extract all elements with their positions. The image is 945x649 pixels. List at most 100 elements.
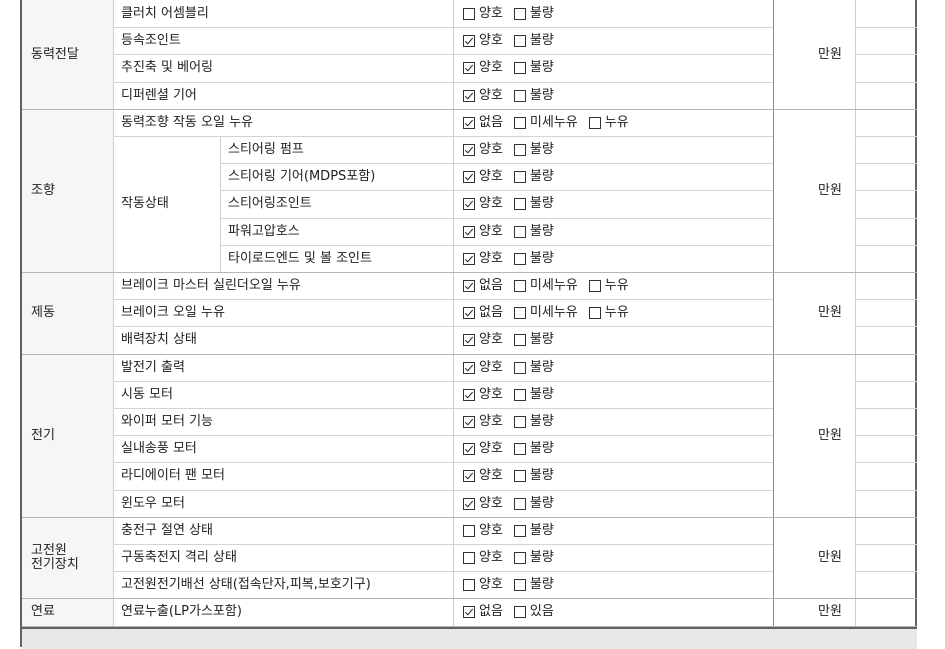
option-불량[interactable]: 불량 <box>513 252 554 266</box>
option-불량[interactable]: 불량 <box>513 143 554 157</box>
option-누유[interactable]: 누유 <box>588 279 629 293</box>
option-양호[interactable]: 양호 <box>463 143 503 157</box>
checkbox[interactable] <box>463 171 475 183</box>
option-없음[interactable]: 없음 <box>463 279 503 293</box>
option-누유[interactable]: 누유 <box>588 306 629 320</box>
option-양호[interactable]: 양호 <box>463 497 503 511</box>
row-divider <box>22 598 917 599</box>
option-불량[interactable]: 불량 <box>513 388 554 402</box>
option-미세누유[interactable]: 미세누유 <box>513 279 578 293</box>
option-불량[interactable]: 불량 <box>513 89 554 103</box>
option-불량[interactable]: 불량 <box>513 578 554 592</box>
option-양호[interactable]: 양호 <box>463 170 503 184</box>
checkbox[interactable] <box>463 443 475 455</box>
option-양호[interactable]: 양호 <box>463 7 503 21</box>
checkbox[interactable] <box>463 198 475 210</box>
checkbox[interactable] <box>513 525 526 537</box>
option-양호[interactable]: 양호 <box>463 197 503 211</box>
option-양호[interactable]: 양호 <box>463 524 503 538</box>
checkbox[interactable] <box>513 307 526 319</box>
option-양호[interactable]: 양호 <box>463 252 503 266</box>
checkbox[interactable] <box>463 307 475 319</box>
checkbox[interactable] <box>463 498 475 510</box>
checkbox[interactable] <box>463 8 475 20</box>
checkbox[interactable] <box>463 35 475 47</box>
option-양호[interactable]: 양호 <box>463 442 503 456</box>
option-양호[interactable]: 양호 <box>463 333 503 347</box>
option-양호[interactable]: 양호 <box>463 469 503 483</box>
option-불량[interactable]: 불량 <box>513 7 554 21</box>
checkbox[interactable] <box>463 90 475 102</box>
checkbox[interactable] <box>513 443 526 455</box>
checkbox[interactable] <box>513 35 526 47</box>
checkbox[interactable] <box>463 334 475 346</box>
option-양호[interactable]: 양호 <box>463 578 503 592</box>
option-없음[interactable]: 없음 <box>463 306 503 320</box>
checkbox[interactable] <box>463 579 475 591</box>
checkbox[interactable] <box>513 90 526 102</box>
checkbox[interactable] <box>513 606 526 618</box>
checkbox[interactable] <box>513 226 526 238</box>
checkbox[interactable] <box>513 253 526 265</box>
option-없음[interactable]: 없음 <box>463 605 503 619</box>
option-불량[interactable]: 불량 <box>513 497 554 511</box>
checkbox[interactable] <box>513 470 526 482</box>
option-누유[interactable]: 누유 <box>588 116 629 130</box>
option-불량[interactable]: 불량 <box>513 415 554 429</box>
option-양호[interactable]: 양호 <box>463 89 503 103</box>
checkbox[interactable] <box>463 117 475 129</box>
checkbox[interactable] <box>463 389 475 401</box>
checkbox[interactable] <box>463 253 475 265</box>
checkbox[interactable] <box>513 334 526 346</box>
option-불량[interactable]: 불량 <box>513 442 554 456</box>
checkbox[interactable] <box>463 62 475 74</box>
checkbox[interactable] <box>513 198 526 210</box>
column-divider <box>220 136 221 272</box>
option-미세누유[interactable]: 미세누유 <box>513 116 578 130</box>
checkbox[interactable] <box>588 117 601 129</box>
option-미세누유[interactable]: 미세누유 <box>513 306 578 320</box>
option-있음[interactable]: 있음 <box>513 605 554 619</box>
checkbox[interactable] <box>513 280 526 292</box>
checkbox[interactable] <box>513 389 526 401</box>
checkbox[interactable] <box>463 606 475 618</box>
checkbox[interactable] <box>588 280 601 292</box>
checkbox[interactable] <box>463 525 475 537</box>
option-양호[interactable]: 양호 <box>463 61 503 75</box>
checkbox[interactable] <box>513 416 526 428</box>
option-양호[interactable]: 양호 <box>463 415 503 429</box>
checkbox[interactable] <box>513 117 526 129</box>
checkbox[interactable] <box>513 552 526 564</box>
option-불량[interactable]: 불량 <box>513 225 554 239</box>
option-불량[interactable]: 불량 <box>513 524 554 538</box>
option-양호[interactable]: 양호 <box>463 225 503 239</box>
option-양호[interactable]: 양호 <box>463 361 503 375</box>
option-양호[interactable]: 양호 <box>463 34 503 48</box>
option-불량[interactable]: 불량 <box>513 551 554 565</box>
option-없음[interactable]: 없음 <box>463 116 503 130</box>
checkbox[interactable] <box>588 307 601 319</box>
checkbox[interactable] <box>513 171 526 183</box>
checkbox[interactable] <box>463 280 475 292</box>
checkbox[interactable] <box>513 62 526 74</box>
checkbox[interactable] <box>463 416 475 428</box>
checkbox[interactable] <box>463 144 475 156</box>
option-불량[interactable]: 불량 <box>513 469 554 483</box>
checkbox[interactable] <box>463 226 475 238</box>
option-불량[interactable]: 불량 <box>513 333 554 347</box>
checkbox[interactable] <box>463 470 475 482</box>
option-불량[interactable]: 불량 <box>513 361 554 375</box>
checkbox[interactable] <box>513 144 526 156</box>
checkbox[interactable] <box>513 362 526 374</box>
option-불량[interactable]: 불량 <box>513 34 554 48</box>
checkbox[interactable] <box>463 362 475 374</box>
option-불량[interactable]: 불량 <box>513 170 554 184</box>
option-불량[interactable]: 불량 <box>513 197 554 211</box>
option-양호[interactable]: 양호 <box>463 388 503 402</box>
option-불량[interactable]: 불량 <box>513 61 554 75</box>
option-양호[interactable]: 양호 <box>463 551 503 565</box>
checkbox[interactable] <box>513 8 526 20</box>
checkbox[interactable] <box>513 579 526 591</box>
checkbox[interactable] <box>463 552 475 564</box>
checkbox[interactable] <box>513 498 526 510</box>
